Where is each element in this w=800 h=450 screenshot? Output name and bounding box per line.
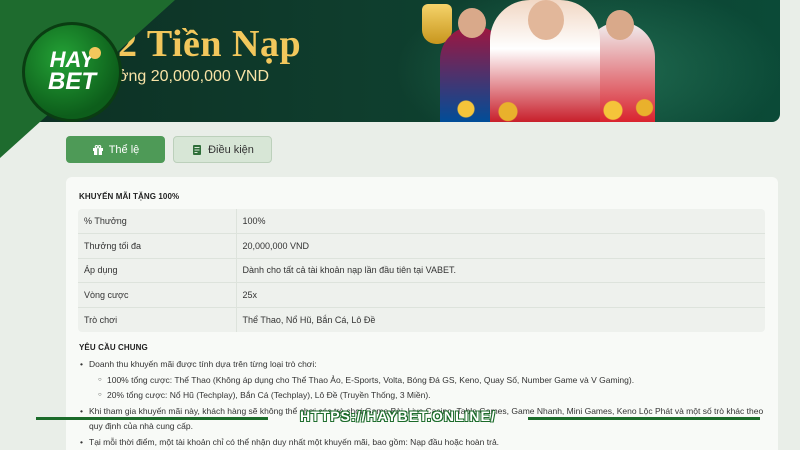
promo-section-title: KHUYẾN MÃI TẶNG 100% xyxy=(79,192,180,201)
requirements-section-title: YÊU CẦU CHUNG xyxy=(79,343,148,352)
table-key: Áp dụng xyxy=(78,257,237,283)
requirements-list: Doanh thu khuyến mãi được tính dựa trên … xyxy=(79,357,769,450)
player-head xyxy=(458,8,486,38)
player-head xyxy=(606,10,634,40)
watermark-line-left xyxy=(36,417,268,420)
gift-icon xyxy=(92,144,103,155)
player-head xyxy=(528,0,564,40)
logo-text-top: HAY xyxy=(49,47,95,72)
table-value: 100% xyxy=(242,216,266,226)
table-value: 20,000,000 VND xyxy=(236,233,765,258)
table-key: Vòng cược xyxy=(78,282,237,307)
tab-conditions-label: Điều kiện xyxy=(208,143,254,156)
requirement-intro: Doanh thu khuyến mãi được tính dựa trên … xyxy=(89,359,317,369)
table-value: Dành cho tất cả tài khoản nạp lần đầu ti… xyxy=(236,257,765,283)
table-row: Trò chơi Thể Thao, Nổ Hũ, Bắn Cá, Lô Đề xyxy=(78,306,765,332)
tab-rules[interactable]: Thể lệ xyxy=(66,136,165,163)
table-value: 25x xyxy=(236,282,765,307)
tab-conditions[interactable]: Điều kiện xyxy=(173,136,272,163)
list-item: 20% tổng cược: Nổ Hũ (Techplay), Bắn Cá … xyxy=(97,388,769,404)
logo-text-bottom: BET xyxy=(48,68,96,95)
table-key: Thưởng tối đa xyxy=(78,233,237,258)
table-row: Vòng cược 25x xyxy=(78,282,765,307)
list-item: 100% tổng cược: Thể Thao (Không áp dụng … xyxy=(97,373,769,389)
promo-table: % Thưởng 100% Thưởng tối đa 20,000,000 V… xyxy=(78,209,765,332)
document-icon xyxy=(193,144,202,155)
ball-icon xyxy=(89,47,101,59)
table-row: % Thưởng 100% xyxy=(78,209,765,234)
requirements-sublist: 100% tổng cược: Thể Thao (Không áp dụng … xyxy=(97,373,769,404)
tab-rules-label: Thể lệ xyxy=(108,143,140,156)
table-value: Thể Thao, Nổ Hũ, Bắn Cá, Lô Đề xyxy=(236,306,765,332)
list-item: Doanh thu khuyến mãi được tính dựa trên … xyxy=(79,357,769,404)
coins-image xyxy=(445,96,655,122)
table-key: % Thưởng xyxy=(78,209,237,234)
watermark-line-right xyxy=(528,417,760,420)
table-row: Áp dụng Dành cho tất cả tài khoản nạp lầ… xyxy=(78,257,765,283)
watermark-url: HTTPS://HAYBET.ONLINE/ xyxy=(300,408,496,424)
table-key: Trò chơi xyxy=(78,306,237,332)
list-item: Tại mỗi thời điểm, một tài khoản chỉ có … xyxy=(79,435,769,450)
table-row: Thưởng tối đa 20,000,000 VND xyxy=(78,233,765,258)
haybet-logo[interactable]: HAY BET xyxy=(22,22,122,122)
